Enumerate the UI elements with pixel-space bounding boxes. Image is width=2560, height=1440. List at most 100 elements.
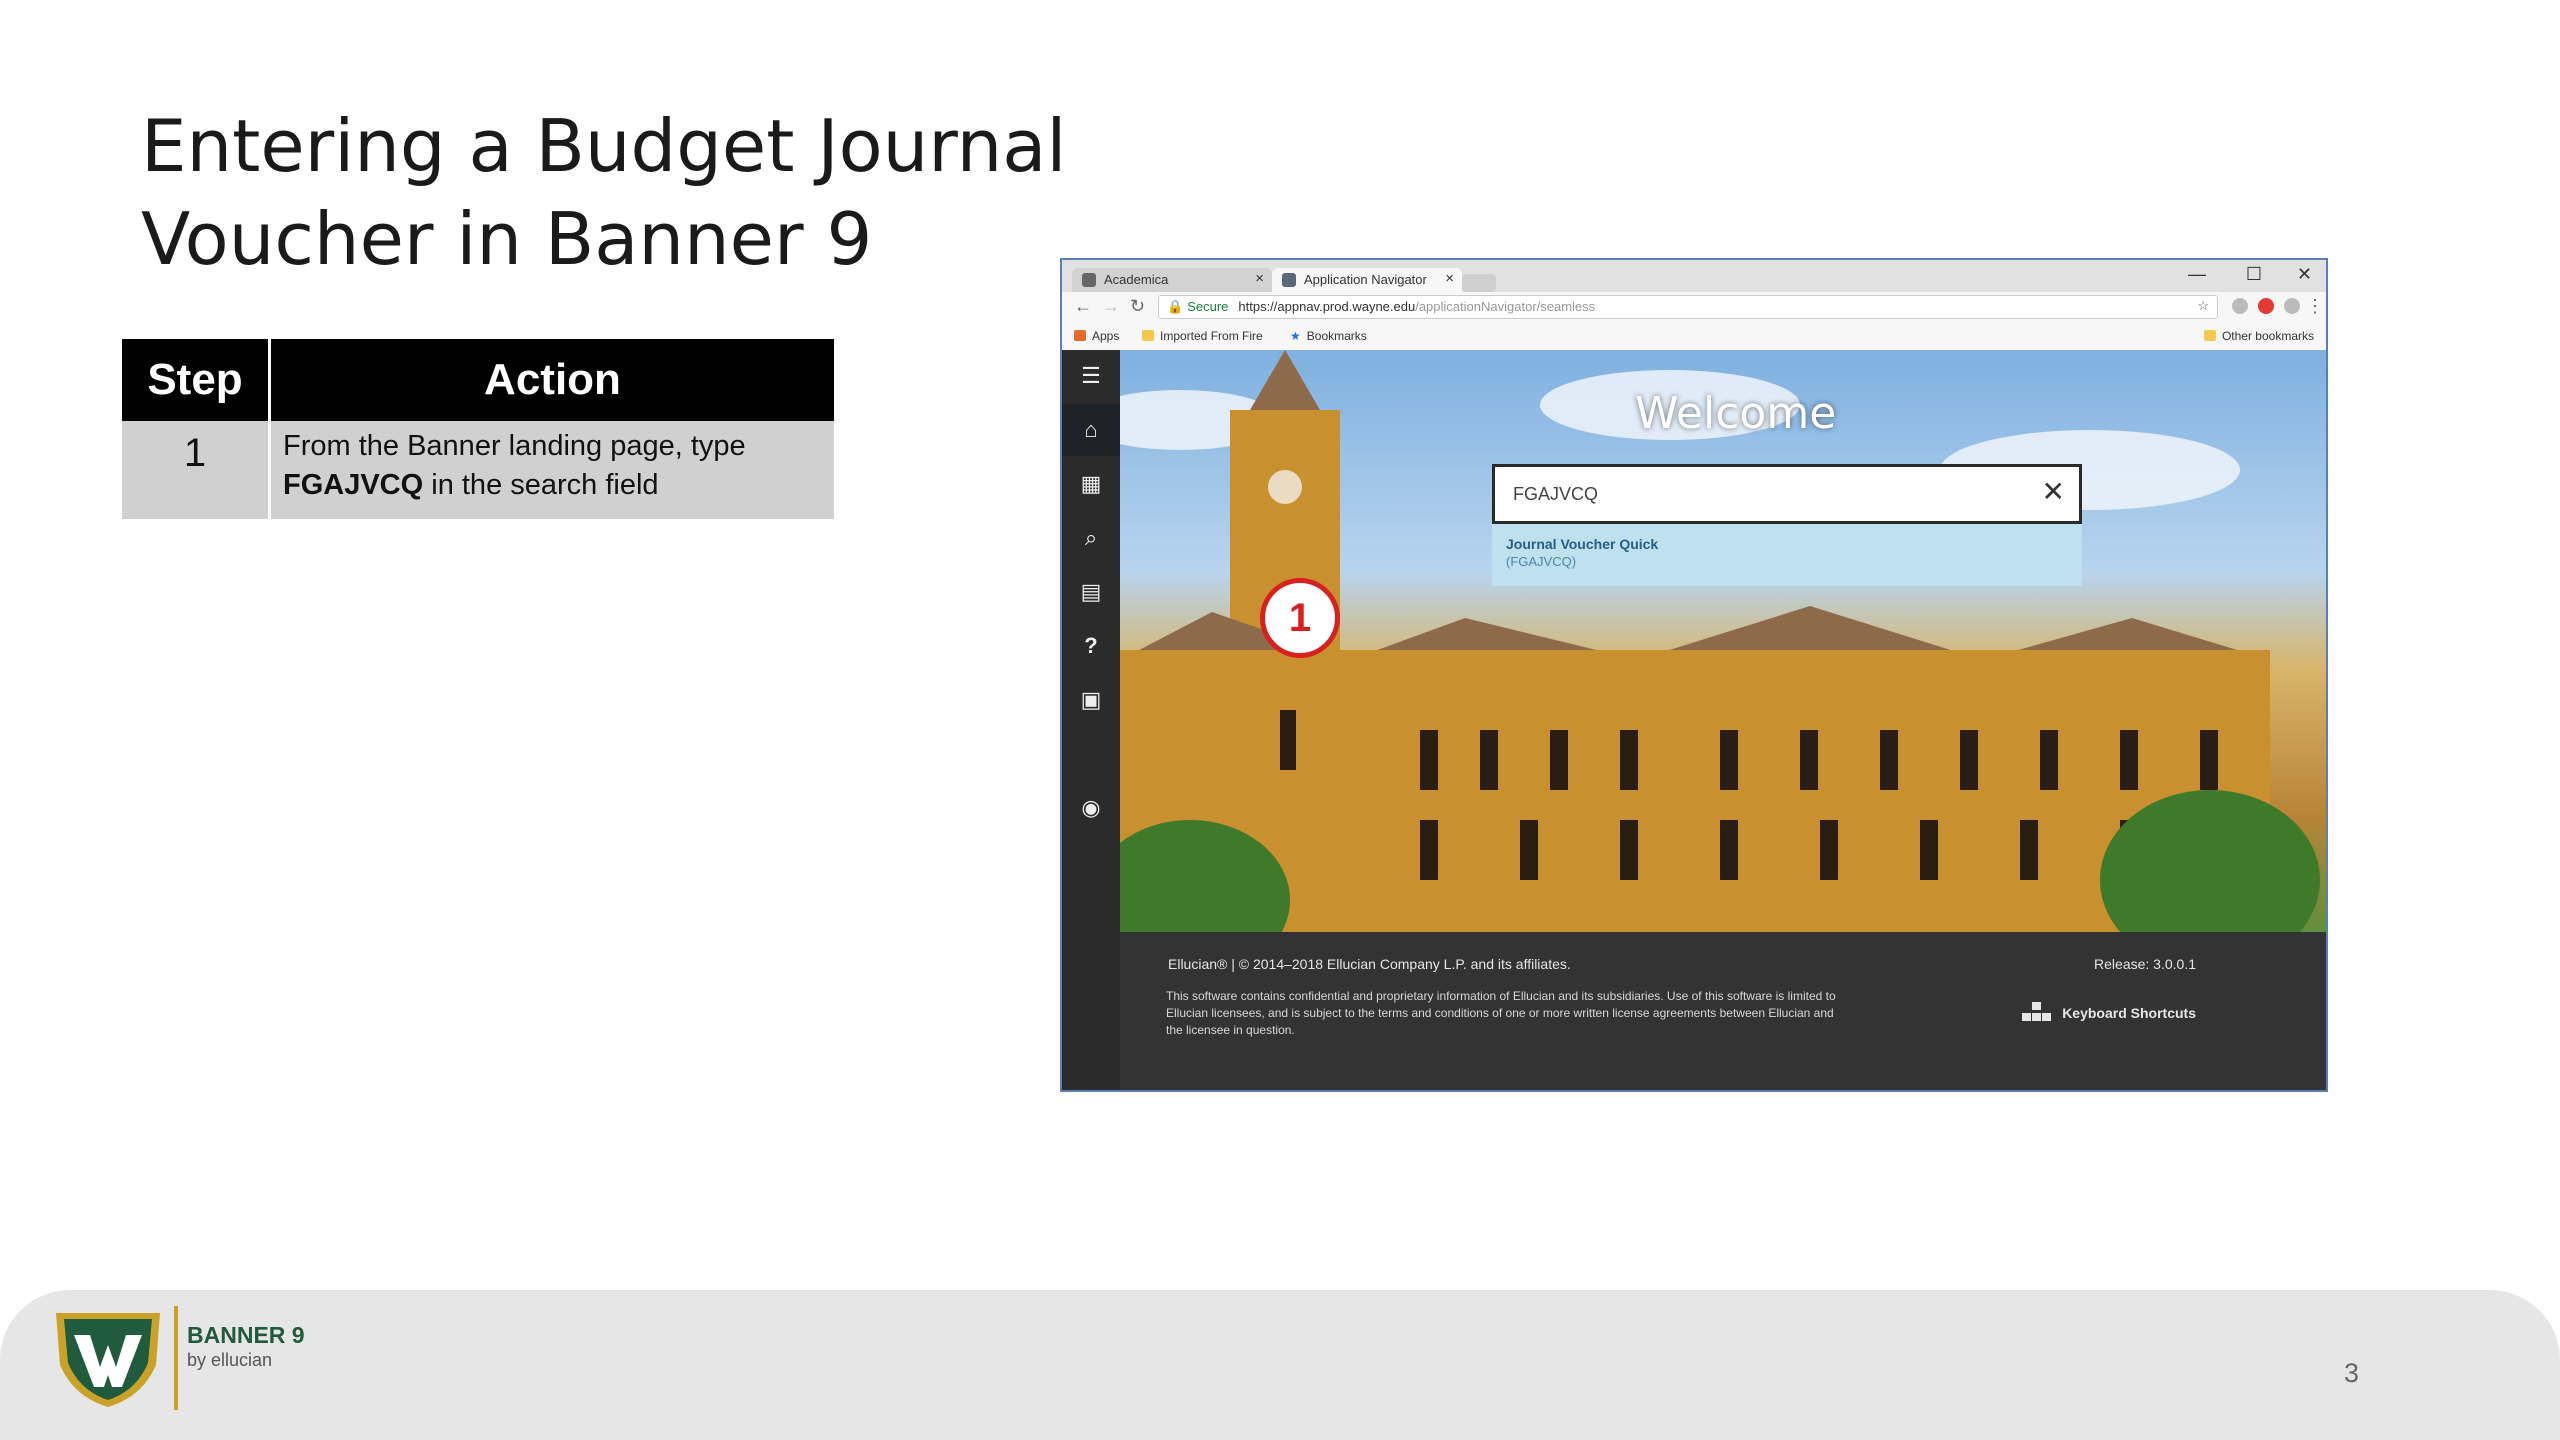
back-icon[interactable]: ← <box>1074 296 1092 317</box>
main-building <box>1120 650 2270 932</box>
extension-icon[interactable] <box>2232 298 2248 314</box>
tab-favicon-icon <box>1282 273 1296 287</box>
home-icon[interactable]: ⌂ <box>1062 404 1120 456</box>
folder-icon <box>1142 330 1154 341</box>
window <box>1280 710 1296 770</box>
table-header-row: Step Action <box>122 339 834 421</box>
search-suggestion[interactable]: Journal Voucher Quick (FGAJVCQ) <box>1492 524 2082 586</box>
keyboard-shortcuts-link[interactable]: Keyboard Shortcuts <box>2022 1002 2196 1022</box>
apps-grid-icon[interactable]: ▦ <box>1062 458 1120 510</box>
footer-copyright: Ellucian® | © 2014–2018 Ellucian Company… <box>1168 956 1571 972</box>
suggestion-title: Journal Voucher Quick <box>1506 536 1659 552</box>
maximize-icon[interactable]: ☐ <box>2246 264 2262 285</box>
window <box>1480 730 1498 790</box>
step-callout-badge: 1 <box>1260 578 1340 658</box>
window <box>1420 730 1438 790</box>
window <box>1880 730 1898 790</box>
url-host: https://appnav.prod.wayne.edu <box>1238 299 1416 314</box>
reload-icon[interactable]: ↻ <box>1130 296 1145 317</box>
extension-icon[interactable] <box>2258 298 2274 314</box>
step-action-table: Step Action 1 From the Banner landing pa… <box>122 339 834 519</box>
browser-tab-application-navigator[interactable]: Application Navigator × <box>1272 268 1462 292</box>
browser-tab-bar: Academica × Application Navigator × — ☐ … <box>1062 260 2326 292</box>
window <box>1920 820 1938 880</box>
window <box>1820 820 1838 880</box>
slide-title-line-2: Voucher in Banner 9 <box>141 197 873 281</box>
page-number: 3 <box>2344 1358 2360 1388</box>
action-text: From the Banner landing page, type <box>283 430 746 462</box>
window <box>1620 820 1638 880</box>
bookmark-apps[interactable]: Apps <box>1074 329 1119 343</box>
lock-icon: 🔒 <box>1167 299 1184 314</box>
menu-icon[interactable]: ☰ <box>1062 350 1120 402</box>
new-tab-button[interactable] <box>1462 274 1496 292</box>
user-icon[interactable]: ◉ <box>1062 782 1120 834</box>
url-path: /applicationNavigator/seamless <box>1415 299 1596 314</box>
step-action: From the Banner landing page, type FGAJV… <box>269 421 834 519</box>
recent-items-icon[interactable]: ▤ <box>1062 566 1120 618</box>
bookmark-label: Imported From Fire <box>1160 329 1263 343</box>
star-icon[interactable]: ☆ <box>2197 298 2209 314</box>
welcome-heading: Welcome <box>1635 388 1837 439</box>
step-column-header: Step <box>122 339 271 421</box>
step-number: 1 <box>122 421 271 519</box>
tab-favicon-icon <box>1082 273 1096 287</box>
window <box>2040 730 2058 790</box>
browser-address-bar: ← → ↻ 🔒 Secure https://appnav.prod.wayne.e… <box>1062 292 2326 322</box>
suggestion-code: (FGAJVCQ) <box>1506 554 1577 569</box>
slide-title: Entering a Budget Journal Voucher in Ban… <box>141 100 1081 286</box>
window <box>1620 730 1638 790</box>
action-column-header: Action <box>269 339 834 421</box>
bookmark-other[interactable]: Other bookmarks <box>2203 329 2314 343</box>
banner-footer: Ellucian® | © 2014–2018 Ellucian Company… <box>1120 932 2326 1090</box>
clock-face <box>1268 470 1302 504</box>
minimize-icon[interactable]: — <box>2188 264 2206 285</box>
window <box>1520 820 1538 880</box>
window <box>1960 730 1978 790</box>
window <box>1800 730 1818 790</box>
keyboard-icon <box>2022 1002 2052 1022</box>
window <box>2120 730 2138 790</box>
tower-spire <box>1250 350 1320 410</box>
tab-close-icon[interactable]: × <box>1445 270 1454 287</box>
ellucian-logo-text: by ellucian <box>187 1350 273 1370</box>
logo-divider <box>174 1306 178 1410</box>
bookmark-bookmarks[interactable]: ★ Bookmarks <box>1290 329 1367 343</box>
footer-legal-text: This software contains confidential and … <box>1166 989 1836 1037</box>
search-input[interactable] <box>1495 467 2035 521</box>
bookmark-label: Apps <box>1092 329 1120 343</box>
tab-label: Academica <box>1104 272 1169 287</box>
extension-icon[interactable] <box>2284 298 2300 314</box>
apps-icon <box>1074 330 1086 341</box>
wayne-state-shield-icon <box>56 1313 160 1407</box>
tab-close-icon[interactable]: × <box>1255 270 1264 287</box>
url-field[interactable]: 🔒 Secure https://appnav.prod.wayne.edu/app… <box>1158 295 2218 319</box>
browser-menu-icon[interactable]: ⋮ <box>2306 296 2324 317</box>
bookmark-imported[interactable]: Imported From Fire <box>1142 329 1263 343</box>
folder-icon <box>2203 330 2216 341</box>
forward-icon[interactable]: → <box>1102 296 1120 317</box>
window <box>2020 820 2038 880</box>
browser-tab-academica[interactable]: Academica × <box>1072 268 1272 292</box>
banner-logo-text: BANNER 9 <box>187 1322 305 1348</box>
help-icon[interactable]: ? <box>1062 620 1120 672</box>
table-row: 1 From the Banner landing page, type FGA… <box>122 421 834 519</box>
bookmark-label: Other bookmarks <box>2221 329 2314 343</box>
star-icon: ★ <box>1290 329 1301 343</box>
bookmark-label: Bookmarks <box>1306 329 1367 343</box>
search-box: ✕ <box>1492 464 2082 524</box>
lock-icon[interactable]: ▣ <box>1062 674 1120 726</box>
search-icon[interactable]: ⌕ <box>1062 512 1120 564</box>
clear-search-icon[interactable]: ✕ <box>2042 477 2065 507</box>
action-suffix: in the search field <box>431 469 659 501</box>
action-code: FGAJVCQ <box>283 469 424 501</box>
banner-sidebar: ☰ ⌂ ▦ ⌕ ▤ ? ▣ ◉ <box>1062 350 1120 1090</box>
window <box>1720 820 1738 880</box>
footer-band <box>0 1290 2560 1440</box>
campus-background-image: Welcome ✕ Journal Voucher Quick (FGAJVCQ… <box>1120 350 2326 932</box>
slide-title-line-1: Entering a Budget Journal <box>141 104 1067 188</box>
window <box>1550 730 1568 790</box>
footer-release: Release: 3.0.0.1 <box>2094 956 2196 972</box>
window-close-icon[interactable]: ✕ <box>2297 264 2312 285</box>
window <box>1720 730 1738 790</box>
